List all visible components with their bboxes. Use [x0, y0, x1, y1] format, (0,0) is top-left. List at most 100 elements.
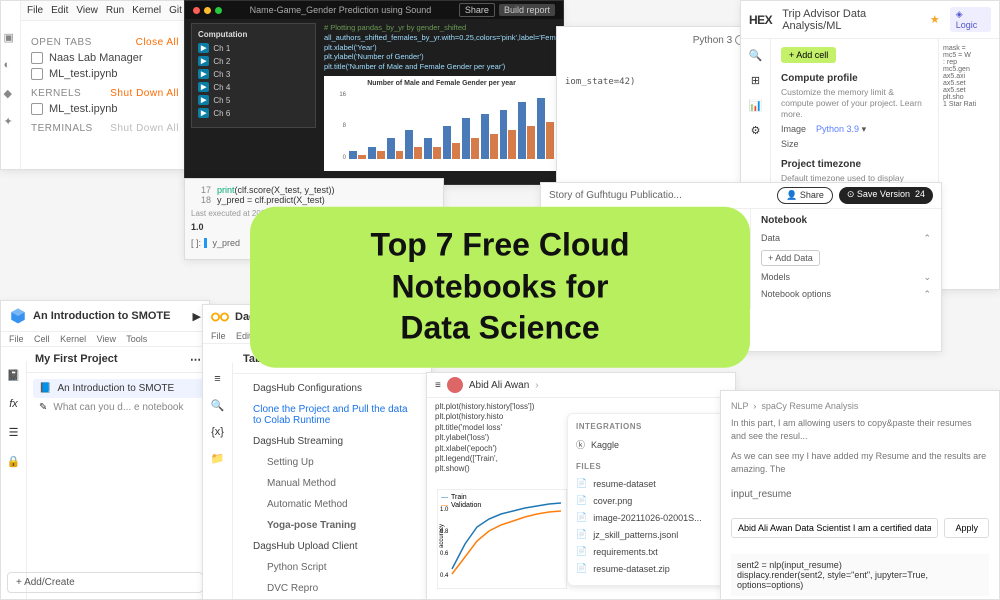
code-line: mask = — [943, 45, 995, 52]
toc-item[interactable]: DVC Repro — [233, 578, 431, 599]
menu-file[interactable]: File — [211, 331, 226, 341]
menu-view[interactable]: View — [97, 334, 116, 344]
apply-button[interactable]: Apply — [944, 518, 989, 538]
close-all-button[interactable]: Close All — [136, 37, 179, 48]
file-icon — [31, 52, 43, 64]
side-item[interactable]: Data⌃ — [761, 230, 931, 247]
add-cell-button[interactable]: + Add cell — [781, 47, 836, 63]
folder-icon[interactable]: ▣ — [4, 31, 18, 45]
kernel-item[interactable]: ML_test.ipynb — [31, 103, 179, 115]
resume-input[interactable] — [731, 518, 938, 538]
build-button[interactable]: Build report — [499, 4, 555, 16]
project-title[interactable]: Trip Advisor Data Analysis/ML — [782, 8, 920, 32]
list-icon[interactable]: ☰ — [9, 426, 19, 439]
save-button[interactable]: ⊙ Save Version 24 — [839, 187, 933, 204]
add-data-button[interactable]: + Add Data — [761, 247, 931, 269]
kernel-indicator[interactable]: Python 3 — [693, 35, 745, 46]
running-icon[interactable]: ◐ — [4, 59, 18, 73]
menu-git[interactable]: Git — [169, 5, 182, 16]
code-line: plt.plot(history.history['loss']) — [435, 402, 727, 412]
toc-item[interactable]: Clone the Project and Pull the data to C… — [233, 399, 431, 431]
menu-run[interactable]: Run — [106, 5, 124, 16]
var-label: input_resume — [731, 489, 989, 500]
comp-item[interactable]: ▶Ch 4 — [198, 82, 309, 92]
window-min-icon[interactable] — [204, 7, 211, 14]
file-item[interactable]: 📄jz_skill_patterns.jsonl — [576, 526, 718, 543]
breadcrumb[interactable]: Story of Gufhtugu Publicatio... — [549, 190, 682, 201]
comp-item[interactable]: ▶Ch 1 — [198, 43, 309, 53]
menu-tools[interactable]: Tools — [126, 334, 147, 344]
search-row[interactable]: ✎What can you d... e notebook — [33, 398, 203, 417]
share-button[interactable]: 👤 Share — [777, 187, 833, 204]
tz-heading: Project timezone — [781, 159, 928, 170]
side-item[interactable]: Models⌄ — [761, 269, 931, 286]
shutdown-all-button[interactable]: Shut Down All — [110, 88, 179, 99]
search-icon[interactable]: 🔍 — [749, 49, 763, 62]
toc-item[interactable]: Setting Up — [233, 452, 431, 473]
schema-icon[interactable]: 📊 — [749, 99, 763, 112]
window-close-icon[interactable] — [193, 7, 200, 14]
svg-text:0.6: 0.6 — [440, 551, 449, 557]
menu-file[interactable]: File — [9, 334, 24, 344]
home-icon[interactable]: ≡ — [435, 380, 441, 391]
integration-item[interactable]: ⓚKaggle — [576, 435, 718, 454]
file-item[interactable]: 📄cover.png — [576, 492, 718, 509]
resume-panel: NLP › spaCy Resume Analysis In this part… — [720, 390, 1000, 600]
add-create-button[interactable]: + Add/Create — [7, 572, 203, 593]
file-item[interactable]: 📘An Introduction to SMOTE — [33, 379, 203, 398]
tab-item[interactable]: ML_test.ipynb — [31, 68, 179, 80]
nb-title[interactable]: An Introduction to SMOTE — [33, 310, 170, 322]
data-icon[interactable]: ⊞ — [751, 74, 760, 87]
comp-item[interactable]: ▶Ch 5 — [198, 95, 309, 105]
window-max-icon[interactable] — [215, 7, 222, 14]
star-icon[interactable]: ★ — [930, 13, 940, 26]
notebook-icon[interactable]: 📓 — [7, 369, 21, 382]
file-item[interactable]: 📄image-20211026-02001S... — [576, 509, 718, 526]
git-icon[interactable]: ◆ — [4, 87, 18, 101]
comp-item[interactable]: ▶Ch 6 — [198, 108, 309, 118]
settings-icon[interactable]: ⚙ — [751, 124, 761, 137]
side-item[interactable]: Notebook options⌃ — [761, 286, 931, 303]
file-item[interactable]: 📄requirements.txt — [576, 543, 718, 560]
lock-icon[interactable]: 🔒 — [7, 455, 21, 468]
crumb-title[interactable]: spaCy Resume Analysis — [761, 401, 858, 411]
project-name[interactable]: My First Project — [35, 353, 118, 366]
comp-item[interactable]: ▶Ch 2 — [198, 56, 309, 66]
toc-item[interactable]: Python Script — [233, 557, 431, 578]
menu-kernel[interactable]: Kernel — [132, 5, 161, 16]
menu-view[interactable]: View — [76, 5, 98, 16]
file-name: resume-dataset.zip — [593, 564, 670, 574]
file-item[interactable]: 📄resume-dataset — [576, 475, 718, 492]
share-button[interactable]: Share — [459, 3, 495, 17]
comp-item[interactable]: ▶Ch 3 — [198, 69, 309, 79]
toc-item[interactable]: DagsHub Upload Client — [233, 536, 431, 557]
avatar[interactable] — [447, 377, 463, 393]
vars-icon[interactable]: {x} — [211, 426, 224, 438]
menu-cell[interactable]: Cell — [34, 334, 50, 344]
integrations-heading: INTEGRATIONS — [576, 422, 718, 431]
toc-item[interactable]: Yoga-pose Traning — [233, 515, 431, 536]
folder-icon[interactable]: 📁 — [211, 452, 225, 465]
file-name: requirements.txt — [593, 547, 658, 557]
logic-button[interactable]: ◈ Logic — [950, 7, 991, 32]
ext-icon[interactable]: ✦ — [4, 115, 18, 129]
toc-item[interactable]: Manual Method — [233, 473, 431, 494]
toc-item[interactable]: Automatic Method — [233, 494, 431, 515]
user-name[interactable]: Abid Ali Awan — [469, 380, 529, 391]
menu-kernel[interactable]: Kernel — [60, 334, 86, 344]
run-icon[interactable]: ▶ — [193, 310, 201, 323]
fx-icon[interactable]: fx — [9, 398, 18, 410]
crumb-nlp[interactable]: NLP — [731, 401, 748, 411]
side-heading: Notebook — [761, 215, 931, 226]
menu-edit[interactable]: Edit — [51, 5, 68, 16]
file-item[interactable]: 📄resume-dataset.zip — [576, 560, 718, 577]
image-value[interactable]: Python 3.9 — [816, 124, 859, 134]
search-icon[interactable]: 🔍 — [211, 399, 225, 412]
toc-item[interactable]: DagsHub Configurations — [233, 378, 431, 399]
toc-item[interactable]: DagsHub Streaming — [233, 431, 431, 452]
toc-icon[interactable]: ≡ — [214, 373, 220, 385]
more-icon[interactable]: ⋯ — [190, 353, 201, 366]
menu-file[interactable]: File — [27, 5, 43, 16]
next-cell[interactable]: y_pred — [204, 238, 241, 248]
tab-item[interactable]: Naas Lab Manager — [31, 52, 179, 64]
